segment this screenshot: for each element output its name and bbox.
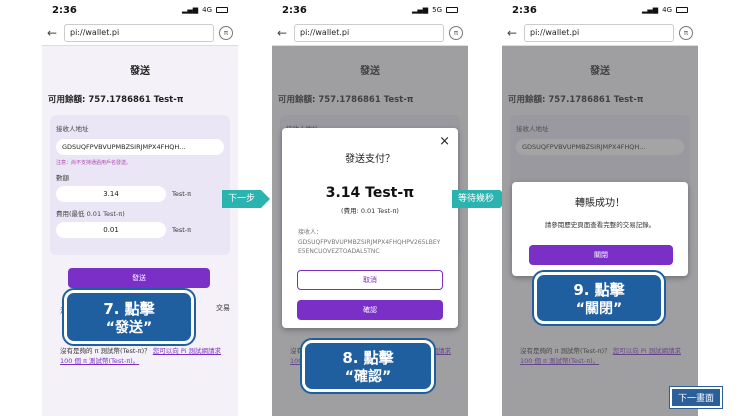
fee-unit: Test-π: [172, 226, 192, 234]
back-arrow-icon[interactable]: ←: [47, 26, 59, 40]
dialog-title: 發送支付？: [345, 154, 395, 165]
callout-9-line2: “關閉”: [575, 301, 623, 317]
footer-question: 沒有是夠的 π 測試幣(Test-π)？: [60, 347, 151, 355]
pi-logo-icon[interactable]: π: [449, 25, 463, 40]
url-field[interactable]: pi://wallet.pi: [294, 23, 444, 42]
send-button[interactable]: 發送: [68, 268, 210, 288]
signal-icon: ▂▄▆: [411, 6, 429, 14]
payment-amount: 3.14 Test-π: [325, 185, 415, 201]
back-arrow-icon[interactable]: ←: [277, 26, 289, 40]
battery-icon: [676, 7, 688, 13]
balance-text: 可用餘額: 757.1786861 Test-π: [48, 95, 184, 105]
success-title: 轉賬成功！: [575, 198, 625, 209]
url-field[interactable]: pi://wallet.pi: [64, 23, 214, 42]
status-icons: ▂▄▆ 4G: [182, 6, 228, 14]
step-wait-arrow: 等待幾秒: [452, 190, 510, 208]
browser-bar: ← pi://wallet.pi π: [502, 20, 698, 46]
callout-step-7: 7. 點擊 “發送”: [64, 290, 194, 344]
next-page-button[interactable]: 下一畫面: [669, 387, 722, 408]
recipient-title: 接收人：: [298, 229, 323, 236]
browser-bar: ← pi://wallet.pi π: [272, 20, 468, 46]
url-field[interactable]: pi://wallet.pi: [524, 23, 674, 42]
recipient-label: 接收人地址: [56, 125, 89, 133]
status-icons: ▂▄▆ 5G: [412, 6, 458, 14]
back-arrow-icon[interactable]: ←: [507, 26, 519, 40]
footer-text: 沒有是夠的 π 測試幣(Test-π)？ 您可以向 Pi 測試網請求 100 個…: [60, 346, 230, 366]
step-next-arrow: 下一步: [222, 190, 271, 208]
browser-bar: ← pi://wallet.pi π: [42, 20, 238, 46]
clock: 2:36: [512, 4, 537, 16]
pi-logo-icon[interactable]: π: [219, 25, 233, 40]
callout-step-9: 9. 點擊 “關閉”: [534, 272, 664, 324]
signal-icon: ▂▄▆: [641, 6, 659, 14]
fee-label: 費用(最低 0.01 Test-π): [56, 210, 125, 218]
close-icon[interactable]: ×: [439, 134, 450, 149]
amount-label: 數額: [56, 174, 69, 182]
signal-icon: ▂▄▆: [181, 6, 199, 14]
clock: 2:36: [282, 4, 307, 16]
status-bar: 2:36 ▂▄▆ 4G: [42, 0, 238, 20]
pi-logo-icon[interactable]: π: [679, 25, 693, 40]
battery-icon: [216, 7, 228, 13]
note-fragment: 交易: [216, 304, 230, 312]
callout-7-line2: “發送”: [105, 320, 153, 336]
amount-input[interactable]: 3.14: [56, 186, 166, 202]
callout-9-line1: 9. 點擊: [573, 281, 625, 299]
callout-7-line1: 7. 點擊: [103, 300, 155, 318]
clock: 2:36: [52, 4, 77, 16]
network-label: 4G: [662, 6, 672, 14]
status-icons: ▂▄▆ 4G: [642, 6, 688, 14]
recipient-address: GDSUQFPVBVUPMBZSIRJMPX4FHQHPV265LBEYE5EN…: [298, 239, 441, 255]
status-bar: 2:36 ▂▄▆ 4G: [502, 0, 698, 20]
callout-step-8: 8. 點擊 “確認”: [302, 340, 434, 392]
fee-input[interactable]: 0.01: [56, 222, 166, 238]
payment-fee: (費用: 0.01 Test-π): [341, 207, 399, 215]
phone-screen-send-form: 2:36 ▂▄▆ 4G ← pi://wallet.pi π 發送 可用餘額: …: [42, 0, 238, 416]
success-message: 請參閱歷史頁面查看完整的交易記錄。: [544, 221, 656, 229]
network-label: 5G: [432, 6, 442, 14]
page-title: 發送: [130, 66, 150, 77]
status-bar: 2:36 ▂▄▆ 5G: [272, 0, 468, 20]
recipient-input[interactable]: GDSUQFPVBVUPMBZSIRJMPX4FHQH...: [56, 139, 224, 155]
confirm-button[interactable]: 確認: [297, 300, 443, 320]
send-form: 接收人地址 GDSUQFPVBVUPMBZSIRJMPX4FHQH... 注意：…: [50, 115, 230, 255]
battery-icon: [446, 7, 458, 13]
network-label: 4G: [202, 6, 212, 14]
close-button[interactable]: 關閉: [529, 245, 673, 265]
recipient-note: 注意：尚不支持通過用戶名發送。: [56, 160, 132, 166]
cancel-button[interactable]: 取消: [297, 270, 443, 290]
amount-unit: Test-π: [172, 190, 192, 198]
callout-8-line1: 8. 點擊: [342, 349, 394, 367]
tutorial-stage: 2:36 ▂▄▆ 4G ← pi://wallet.pi π 發送 可用餘額: …: [0, 0, 740, 416]
phone-screen-success: 2:36 ▂▄▆ 4G ← pi://wallet.pi π 發送 可用餘額: …: [502, 0, 698, 416]
confirm-payment-dialog: × 發送支付？ 3.14 Test-π (費用: 0.01 Test-π) 接收…: [282, 128, 458, 328]
callout-8-line2: “確認”: [344, 369, 392, 385]
